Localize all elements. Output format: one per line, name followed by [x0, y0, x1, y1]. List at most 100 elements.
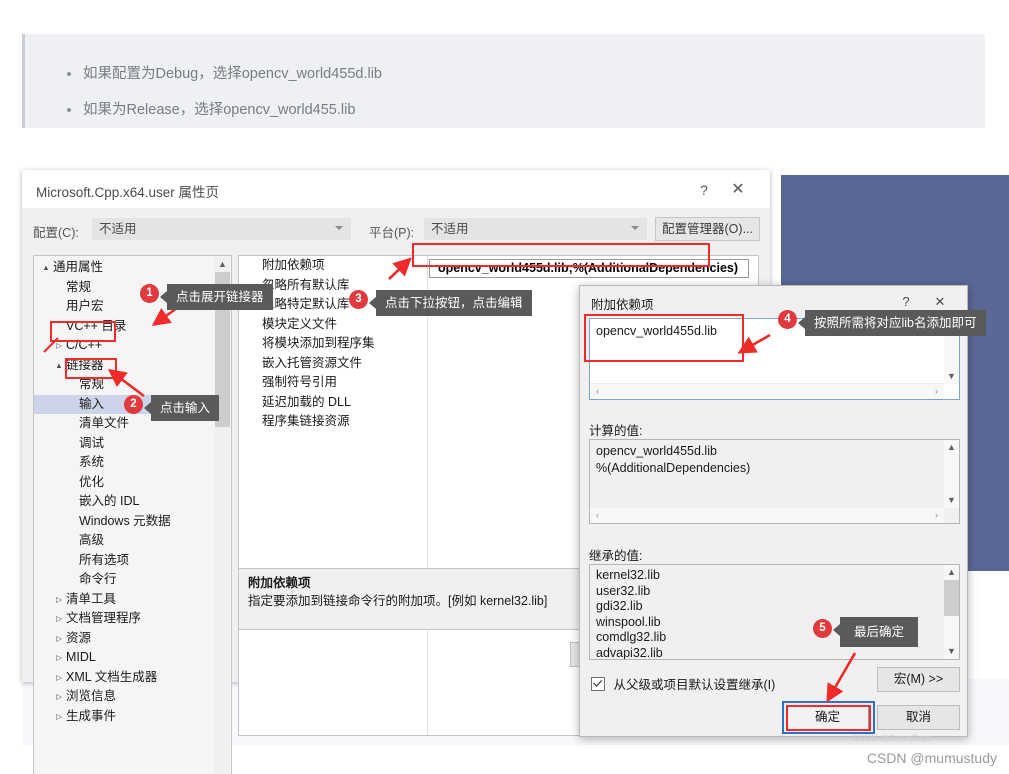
property-row-label: 附加依赖项 — [262, 258, 325, 272]
computed-value-box: opencv_world455d.lib %(AdditionalDepende… — [589, 439, 960, 524]
inherited-vertical-scrollbar[interactable]: ▲ ▼ — [944, 565, 959, 659]
computed-value-label: 计算的值: — [589, 424, 643, 438]
computed-horizontal-scrollbar[interactable]: ‹ › — [590, 507, 944, 523]
tree-item[interactable]: ▷ 资源 — [34, 629, 217, 649]
annotation-badge-3: 3 — [349, 290, 368, 309]
tree-item-label: 清单文件 — [79, 416, 130, 430]
scroll-up-icon[interactable]: ▲ — [215, 257, 230, 272]
collapsed-twisty-icon[interactable]: ▷ — [53, 629, 65, 649]
configuration-select[interactable]: 不适用 — [92, 218, 351, 240]
computed-value-text: opencv_world455d.lib %(AdditionalDepende… — [596, 444, 751, 475]
tree-item[interactable]: ▲ 链接器 — [34, 356, 217, 376]
tree-item-label: 优化 — [79, 474, 105, 489]
tree-item[interactable]: ▷ C/C++ — [34, 336, 217, 356]
collapsed-twisty-icon[interactable]: ▷ — [53, 336, 65, 356]
computed-vertical-scrollbar[interactable]: ▲ ▼ — [944, 440, 959, 508]
tree-item[interactable]: ▷ 生成事件 — [34, 707, 217, 727]
tree-item[interactable]: 命令行 — [34, 570, 217, 590]
configuration-row: 配置(C): 不适用 平台(P): 不适用 配置管理器(O)... — [22, 208, 770, 250]
sub-cancel-button[interactable]: 取消 — [877, 705, 960, 730]
tree-item-label: XML 文档生成器 — [66, 669, 158, 684]
tree-item[interactable]: 常规 — [34, 375, 217, 395]
tree-item[interactable]: 嵌入的 IDL — [34, 492, 217, 512]
annotation-badge-4: 4 — [778, 310, 797, 329]
tree-item-label: 常规 — [66, 279, 92, 294]
scroll-up-icon[interactable]: ▲ — [944, 565, 959, 580]
inherited-scroll-thumb[interactable] — [944, 580, 959, 616]
configuration-label: 配置(C): — [33, 226, 79, 240]
annotation-badge-1: 1 — [140, 284, 159, 303]
inherit-checkbox[interactable]: 从父级或项目默认设置继承(I) — [591, 674, 775, 693]
scroll-right-icon[interactable]: › — [929, 384, 944, 399]
watermark: CSDN @mumustudy — [866, 750, 997, 766]
inherited-value-label: 继承的值: — [589, 549, 643, 563]
collapsed-twisty-icon[interactable]: ▷ — [53, 668, 65, 688]
tree-item-label: 清单工具 — [66, 591, 117, 606]
inherited-list-item: advapi32.lib — [596, 645, 663, 660]
chevron-down-icon — [335, 226, 343, 230]
collapsed-twisty-icon[interactable]: ▷ — [53, 609, 65, 629]
textarea-horizontal-scrollbar[interactable]: ‹ › — [590, 383, 944, 399]
scroll-left-icon[interactable]: ‹ — [590, 384, 605, 399]
property-tree-panel[interactable]: ▲ 通用属性 常规 用户宏 VC++ 目录 ▷ C/C++ ▲ 链接器 常规 输入 清单文件 调试 系统优… — [33, 255, 232, 774]
property-row-label: 嵌入托管资源文件 — [262, 355, 363, 370]
configuration-value: 不适用 — [99, 222, 137, 236]
help-icon[interactable]: ? — [895, 292, 917, 312]
tree-item-label: 调试 — [79, 435, 105, 450]
tree-item-label: 输入 — [79, 396, 105, 411]
note-item: 如果配置为Debug，选择opencv_world455d.lib — [67, 56, 985, 92]
tree-scrollbar[interactable]: ▲ ▼ — [215, 257, 230, 774]
collapsed-twisty-icon[interactable]: ▷ — [53, 590, 65, 610]
macro-button[interactable]: 宏(M) >> — [877, 667, 960, 692]
annotation-tip-2: 点击输入 — [143, 395, 220, 421]
tree-item[interactable]: ▲ 通用属性 — [34, 258, 217, 278]
inherited-list: kernel32.lib user32.lib gdi32.lib winspool.… — [596, 568, 666, 660]
scroll-down-icon[interactable]: ▼ — [944, 369, 959, 384]
expanded-twisty-icon[interactable]: ▲ — [53, 356, 65, 376]
sub-ok-button[interactable]: 确定 — [786, 705, 869, 730]
inherited-list-item: gdi32.lib — [596, 599, 643, 613]
additional-dependencies-value[interactable]: opencv_world455d.lib;%(AdditionalDepende… — [429, 259, 749, 278]
tree-item[interactable]: 优化 — [34, 473, 217, 493]
scroll-up-icon[interactable]: ▲ — [944, 440, 959, 455]
annotation-badge-2: 2 — [124, 395, 143, 414]
tree-item-label: 文档管理程序 — [66, 611, 142, 625]
tree-item-label: 通用属性 — [53, 260, 104, 274]
inherited-list-item: user32.lib — [596, 583, 651, 598]
annotation-tip-5: 最后确定 — [832, 617, 919, 647]
property-tree-list: ▲ 通用属性 常规 用户宏 VC++ 目录 ▷ C/C++ ▲ 链接器 常规 输入 清单文件 调试 系统优… — [34, 258, 217, 726]
tree-item[interactable]: ▷ 浏览信息 — [34, 687, 217, 707]
tree-item-label: 用户宏 — [66, 299, 104, 313]
tree-item[interactable]: 系统 — [34, 453, 217, 473]
tree-item[interactable]: 所有选项 — [34, 551, 217, 571]
tree-item[interactable]: 调试 — [34, 434, 217, 454]
tree-item[interactable]: ▷ 清单工具 — [34, 590, 217, 610]
tree-item[interactable]: Windows 元数据 — [34, 512, 217, 532]
tree-item-label: 链接器 — [66, 357, 104, 372]
tree-item-label: 常规 — [79, 377, 105, 391]
close-icon[interactable]: ✕ — [726, 179, 750, 201]
page-title: Microsoft.Cpp.x64.user 属性页 — [36, 185, 220, 200]
close-icon[interactable]: ✕ — [929, 292, 951, 312]
scroll-left-icon[interactable]: ‹ — [590, 508, 605, 523]
tree-item[interactable]: ▷ MIDL — [34, 648, 217, 668]
screenshot-root: 如果配置为Debug，选择opencv_world455d.lib 如果为Rel… — [0, 0, 1009, 774]
tree-item-label: 资源 — [66, 630, 92, 645]
inherited-list-item: kernel32.lib — [596, 568, 660, 582]
tree-item[interactable]: VC++ 目录 — [34, 317, 217, 337]
expanded-twisty-icon[interactable]: ▲ — [40, 258, 52, 278]
tree-item-label: 所有选项 — [79, 552, 130, 567]
collapsed-twisty-icon[interactable]: ▷ — [53, 707, 65, 727]
scroll-down-icon[interactable]: ▼ — [944, 644, 959, 659]
tree-item[interactable]: ▷ 文档管理程序 — [34, 609, 217, 629]
tree-item[interactable]: 高级 — [34, 531, 217, 551]
scroll-down-icon[interactable]: ▼ — [944, 493, 959, 508]
tree-item[interactable]: ▷ XML 文档生成器 — [34, 668, 217, 688]
scroll-right-icon[interactable]: › — [929, 508, 944, 523]
platform-select[interactable]: 不适用 — [424, 218, 647, 240]
collapsed-twisty-icon[interactable]: ▷ — [53, 648, 65, 668]
configuration-manager-button[interactable]: 配置管理器(O)... — [655, 217, 760, 241]
note-item: 如果为Release，选择opencv_world455.lib — [67, 92, 985, 128]
help-icon[interactable]: ? — [692, 179, 716, 201]
collapsed-twisty-icon[interactable]: ▷ — [53, 687, 65, 707]
